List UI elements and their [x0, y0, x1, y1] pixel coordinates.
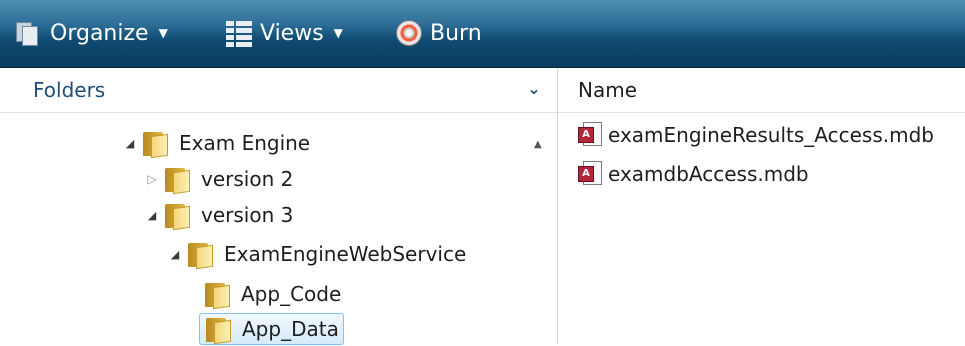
file-item[interactable]: A examEngineResults_Access.mdb: [578, 120, 934, 150]
expand-arrow-icon[interactable]: ◢: [121, 137, 139, 150]
tree-item-label: ExamEngineWebService: [224, 242, 467, 266]
file-name: examEngineResults_Access.mdb: [608, 123, 934, 147]
scroll-up-arrow-icon[interactable]: ▲: [534, 139, 542, 150]
views-button[interactable]: Views ▼: [226, 18, 343, 48]
selection-highlight: App_Data: [199, 313, 344, 345]
folders-pane: Folders ⌄ ▲ ◢ Exam Engine ▷ version 2 ◢ …: [0, 68, 558, 346]
tree-item-label: version 2: [201, 167, 294, 191]
chevron-down-icon[interactable]: ⌄: [525, 80, 543, 98]
folder-icon: [205, 280, 231, 310]
file-name: examdbAccess.mdb: [608, 162, 809, 186]
folders-header[interactable]: Folders ⌄: [0, 68, 557, 113]
tree-item-label: App_Data: [242, 317, 339, 341]
tree-item-examenginewebservice[interactable]: ◢ ExamEngineWebService: [166, 237, 466, 271]
disc-icon: [396, 20, 422, 46]
file-item[interactable]: A examdbAccess.mdb: [578, 159, 809, 189]
folder-icon: [165, 165, 191, 195]
command-bar: Organize ▼ Views ▼ Burn: [0, 0, 965, 68]
organize-label: Organize: [50, 20, 149, 46]
tree-item-app-data[interactable]: App_Data: [199, 312, 344, 346]
burn-label: Burn: [430, 20, 482, 46]
expand-arrow-icon[interactable]: ◢: [143, 209, 161, 222]
files-pane: Name A examEngineResults_Access.mdb A ex…: [558, 68, 965, 344]
folder-icon: [188, 240, 214, 270]
name-column-label: Name: [578, 78, 638, 102]
expand-arrow-icon[interactable]: ◢: [166, 248, 184, 261]
burn-button[interactable]: Burn: [396, 18, 482, 48]
organize-icon: [14, 20, 42, 46]
dropdown-arrow-icon: ▼: [158, 26, 168, 40]
folder-icon: [165, 201, 191, 231]
collapse-arrow-icon[interactable]: ▷: [143, 172, 161, 186]
tree-item-label: version 3: [201, 203, 294, 227]
folder-icon: [206, 315, 232, 345]
organize-button[interactable]: Organize ▼: [14, 18, 168, 48]
access-database-icon: A: [578, 122, 604, 148]
tree-item-app-code[interactable]: App_Code: [201, 277, 341, 311]
tree-item-version-3[interactable]: ◢ version 3: [143, 198, 293, 232]
dropdown-arrow-icon: ▼: [333, 26, 343, 40]
folder-icon: [143, 129, 169, 159]
tree-item-exam-engine[interactable]: ◢ Exam Engine: [121, 126, 310, 160]
folders-title: Folders: [33, 78, 106, 102]
tree-item-label: Exam Engine: [179, 131, 311, 155]
views-icon: [226, 19, 252, 47]
tree-item-label: App_Code: [241, 282, 342, 306]
tree-item-version-2[interactable]: ▷ version 2: [143, 162, 293, 196]
name-column-header[interactable]: Name: [558, 68, 965, 113]
access-database-icon: A: [578, 161, 604, 187]
views-label: Views: [260, 20, 324, 46]
